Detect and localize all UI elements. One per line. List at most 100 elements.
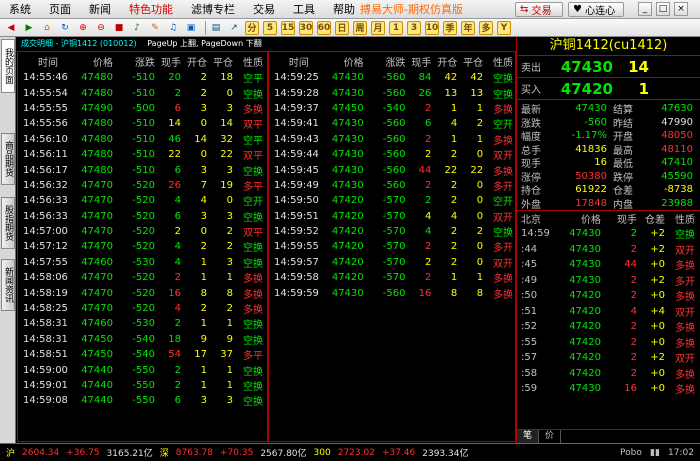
tab-index-futures[interactable]: 股指期货 [1, 197, 15, 249]
period-10m-icon[interactable]: 10 [425, 20, 439, 35]
square-icon[interactable]: ▣ [184, 21, 198, 35]
table-row[interactable]: 14:59:01 47440 -550 2 1 1 空换 [18, 378, 267, 393]
period-week-icon[interactable]: 周 [353, 20, 367, 35]
home-icon[interactable]: ⌂ [40, 21, 54, 35]
table-row[interactable]: 14:58:25 47470 -520 4 2 2 多换 [18, 301, 267, 316]
period-tick-icon[interactable]: 分 [245, 20, 259, 35]
menu-help[interactable]: 帮助 [324, 0, 364, 19]
table-row[interactable]: 14:59:08 47440 -550 6 3 3 空换 [18, 393, 267, 408]
table-row[interactable]: 14:59:50 47420 -570 2 2 0 空开 [269, 193, 515, 208]
chart-icon[interactable]: ↗ [227, 21, 241, 35]
table-row[interactable]: 14:55:46 47480 -510 20 2 18 空平 [18, 70, 267, 85]
table-row[interactable]: 14:56:33 47470 -520 6 3 3 空换 [18, 209, 267, 224]
tick-row[interactable]: :55 47420 2 +0 多换 [517, 335, 700, 351]
table-row[interactable]: 14:59:49 47430 -560 2 2 0 多开 [269, 178, 515, 193]
tab-by-price[interactable]: 价 [539, 430, 562, 443]
tick-row[interactable]: :44 47430 2 +2 双开 [517, 242, 700, 258]
table-row[interactable]: 14:58:51 47450 -540 54 17 37 多平 [18, 347, 267, 362]
menu-special[interactable]: 特色功能 [120, 0, 182, 19]
table-row[interactable]: 14:58:31 47450 -540 18 9 9 空换 [18, 332, 267, 347]
forward-icon[interactable]: ▶ [22, 21, 36, 35]
tab-commodity-futures[interactable]: 商品期货 [1, 133, 15, 185]
table-row[interactable]: 14:59:25 47430 -560 84 42 42 空换 [269, 70, 515, 85]
tick-col-oi: 仓差 [645, 215, 665, 226]
period-custom-icon[interactable]: 多 [479, 20, 493, 35]
menu-news[interactable]: 新闻 [80, 0, 120, 19]
period-15m-icon[interactable]: 15 [281, 20, 295, 35]
table-row[interactable]: 14:58:06 47470 -520 2 1 1 多换 [18, 270, 267, 285]
tick-row[interactable]: :51 47420 4 +4 双开 [517, 304, 700, 320]
tick-row[interactable]: :52 47420 2 +0 多换 [517, 319, 700, 335]
table-header: 时间 价格 涨跌 现手 开仓 平仓 性质 [269, 52, 515, 70]
table-row[interactable]: 14:56:33 47470 -520 4 4 0 空开 [18, 193, 267, 208]
period-3m-icon[interactable]: 3 [407, 20, 421, 35]
menu-system[interactable]: 系统 [0, 0, 40, 19]
table-row[interactable]: 14:56:17 47480 -510 6 3 3 空换 [18, 162, 267, 178]
bell-icon[interactable]: ♫ [166, 21, 180, 35]
tick-row[interactable]: :45 47430 44 +0 多换 [517, 257, 700, 273]
menu-trade[interactable]: 交易 [244, 0, 284, 19]
period-5m-icon[interactable]: 5 [263, 20, 277, 35]
connect-button[interactable]: ♥ 心连心 [568, 2, 624, 17]
table-row[interactable]: 14:59:51 47420 -570 4 4 0 双开 [269, 209, 515, 224]
tab-news[interactable]: 新闻资讯 [1, 259, 15, 311]
table-row[interactable]: 14:56:32 47470 -520 26 7 19 多平 [18, 178, 267, 193]
table-row[interactable]: 14:59:37 47450 -540 2 1 1 多换 [269, 101, 515, 116]
table-row[interactable]: 14:55:56 47480 -510 14 0 14 双平 [18, 116, 267, 131]
table-row[interactable]: 14:57:55 47460 -530 4 1 3 空换 [18, 255, 267, 270]
tab-my-pages[interactable]: 我的页面 [1, 39, 15, 93]
lock-icon[interactable]: ■ [112, 21, 126, 35]
table-row[interactable]: 14:59:52 47420 -570 4 2 2 空换 [269, 224, 515, 239]
table-row[interactable]: 14:59:59 47430 -560 16 8 8 多换 [269, 285, 515, 301]
table-row[interactable]: 14:58:31 47460 -530 2 1 1 空换 [18, 316, 267, 331]
table-row[interactable]: 14:59:57 47420 -570 2 2 0 双开 [269, 255, 515, 270]
pen-icon[interactable]: ✎ [148, 21, 162, 35]
table-row[interactable]: 14:55:55 47490 -500 6 3 3 多换 [18, 101, 267, 116]
zoom-out-icon[interactable]: ⊖ [94, 21, 108, 35]
refresh-icon[interactable]: ↻ [58, 21, 72, 35]
ask-line[interactable]: 卖出 47430 14 [517, 55, 700, 77]
bid-line[interactable]: 买入 47420 1 [517, 77, 700, 99]
table-row[interactable]: 14:56:11 47480 -510 22 0 22 双平 [18, 147, 267, 162]
table-row[interactable]: 14:59:58 47420 -570 2 1 1 多换 [269, 270, 515, 285]
table-row[interactable]: 14:59:44 47430 -560 2 2 0 双开 [269, 147, 515, 162]
tick-row[interactable]: :59 47430 16 +0 多换 [517, 381, 700, 397]
cell-open: 1 [200, 256, 207, 268]
period-60m-icon[interactable]: 60 [317, 20, 331, 35]
menu-page[interactable]: 页面 [40, 0, 80, 19]
table-row[interactable]: 14:56:10 47480 -510 46 14 32 空平 [18, 132, 267, 147]
alert-icon[interactable]: ♪ [130, 21, 144, 35]
trade-button[interactable]: ⇆ 交易 [515, 2, 563, 17]
tick-row[interactable]: :50 47420 2 +0 多换 [517, 288, 700, 304]
period-year-icon[interactable]: 年 [461, 20, 475, 35]
tick-row[interactable]: :58 47420 2 +0 多换 [517, 366, 700, 382]
table-row[interactable]: 14:59:45 47430 -560 44 22 22 多换 [269, 162, 515, 178]
period-1m-icon[interactable]: 1 [389, 20, 403, 35]
table-row[interactable]: 14:57:00 47470 -520 2 0 2 双平 [18, 224, 267, 239]
period-season-icon[interactable]: 季 [443, 20, 457, 35]
tick-row[interactable]: :49 47430 2 +2 多开 [517, 273, 700, 289]
table-row[interactable]: 14:55:54 47480 -510 2 2 0 空换 [18, 85, 267, 101]
tick-row[interactable]: 14:59 47430 2 +2 空换 [517, 226, 700, 242]
menu-column[interactable]: 滤博专栏 [182, 0, 244, 19]
minimize-icon[interactable]: _ [638, 2, 652, 16]
maximize-icon[interactable]: □ [656, 2, 670, 16]
back-icon[interactable]: ◀ [4, 21, 18, 35]
table-row[interactable]: 14:59:28 47430 -560 26 13 13 空换 [269, 85, 515, 101]
period-month-icon[interactable]: 月 [371, 20, 385, 35]
zoom-in-icon[interactable]: ⊕ [76, 21, 90, 35]
menu-tools[interactable]: 工具 [284, 0, 324, 19]
tick-row[interactable]: :57 47420 2 +2 双开 [517, 350, 700, 366]
close-icon[interactable]: × [674, 2, 688, 16]
period-30m-icon[interactable]: 30 [299, 20, 313, 35]
table-row[interactable]: 14:59:55 47420 -570 2 2 0 多开 [269, 239, 515, 254]
table-row[interactable]: 14:59:43 47430 -560 2 1 1 多换 [269, 132, 515, 147]
table-icon[interactable]: ▤ [209, 21, 223, 35]
period-extra-icon[interactable]: Y [497, 20, 511, 35]
table-row[interactable]: 14:57:12 47470 -520 4 2 2 空换 [18, 239, 267, 254]
table-row[interactable]: 14:59:41 47430 -560 6 4 2 空开 [269, 116, 515, 131]
tab-by-trade[interactable]: 笔 [517, 430, 540, 443]
table-row[interactable]: 14:59:00 47440 -550 2 1 1 空换 [18, 362, 267, 378]
table-row[interactable]: 14:58:19 47470 -520 16 8 8 多换 [18, 285, 267, 301]
period-day-icon[interactable]: 日 [335, 20, 349, 35]
